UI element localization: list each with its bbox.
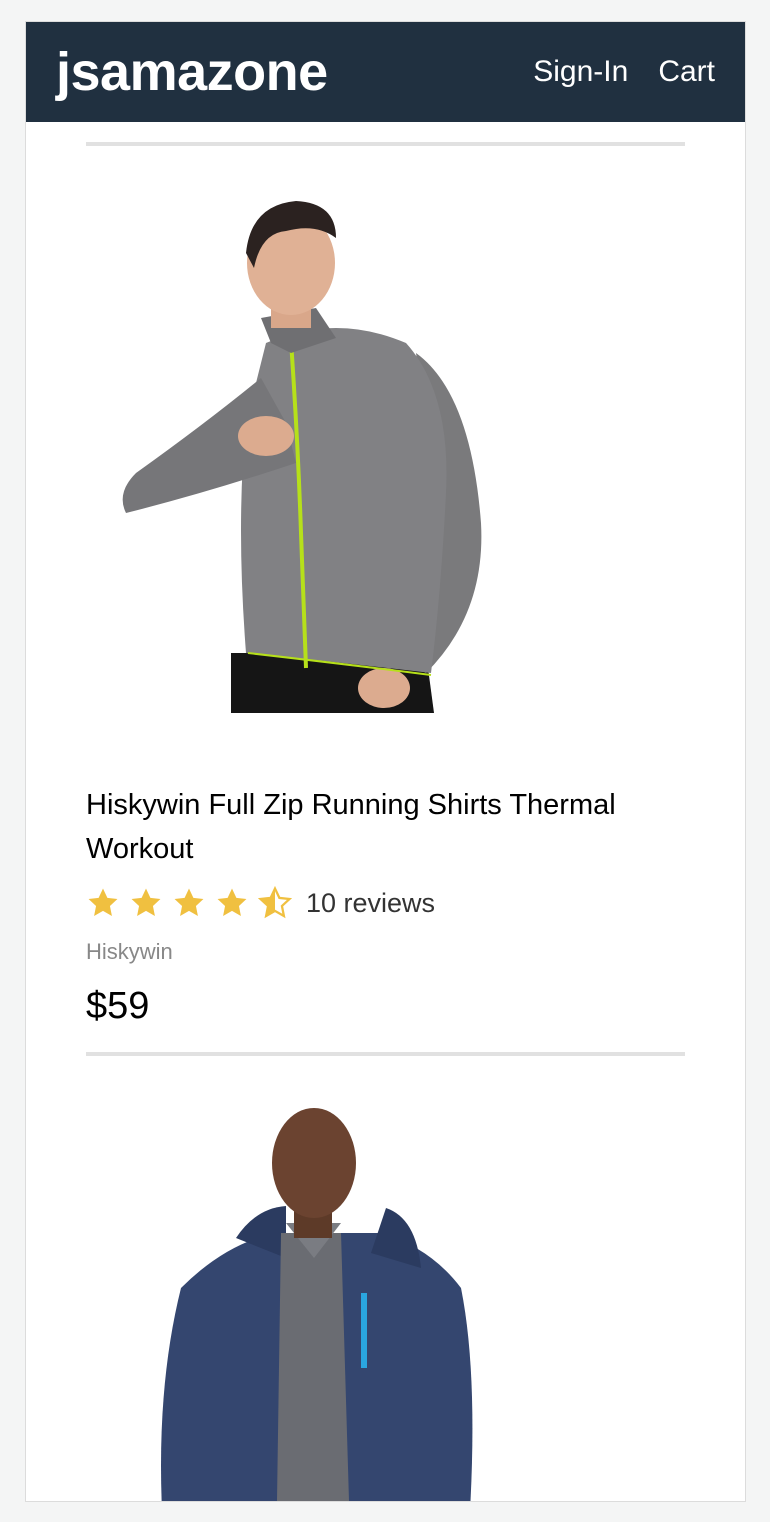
star-full-icon bbox=[174, 888, 204, 917]
product-list: Hiskywin Full Zip Running Shirts Thermal… bbox=[26, 122, 745, 1501]
star-half-icon bbox=[258, 886, 292, 919]
divider bbox=[86, 1052, 685, 1056]
product-image bbox=[161, 1108, 473, 1501]
product-price: $59 bbox=[86, 985, 150, 1027]
product-brand: Hiskywin bbox=[86, 939, 173, 964]
product-title-link[interactable]: Hiskywin Full Zip Running Shirts Thermal… bbox=[86, 783, 685, 871]
product-image-link[interactable] bbox=[86, 1108, 686, 1501]
header-nav: Sign-In Cart bbox=[533, 55, 715, 89]
divider bbox=[86, 142, 685, 146]
brand-logo-link[interactable]: jsamazone bbox=[56, 41, 328, 103]
product-image-link[interactable] bbox=[86, 193, 686, 761]
product-image bbox=[122, 201, 482, 713]
product-card bbox=[86, 1108, 686, 1501]
review-count: 10 reviews bbox=[306, 887, 436, 918]
star-full-icon bbox=[88, 888, 118, 917]
app-frame: jsamazone Sign-In Cart Hiskywin Full Zip… bbox=[25, 21, 746, 1502]
product-card: Hiskywin Full Zip Running Shirts Thermal… bbox=[86, 193, 685, 1056]
star-full-icon bbox=[217, 888, 247, 917]
sign-in-link[interactable]: Sign-In bbox=[533, 55, 628, 89]
header-bar: jsamazone Sign-In Cart bbox=[26, 22, 745, 122]
cart-link[interactable]: Cart bbox=[658, 55, 715, 89]
star-full-icon bbox=[131, 888, 161, 917]
rating: 10 reviews bbox=[86, 885, 685, 921]
